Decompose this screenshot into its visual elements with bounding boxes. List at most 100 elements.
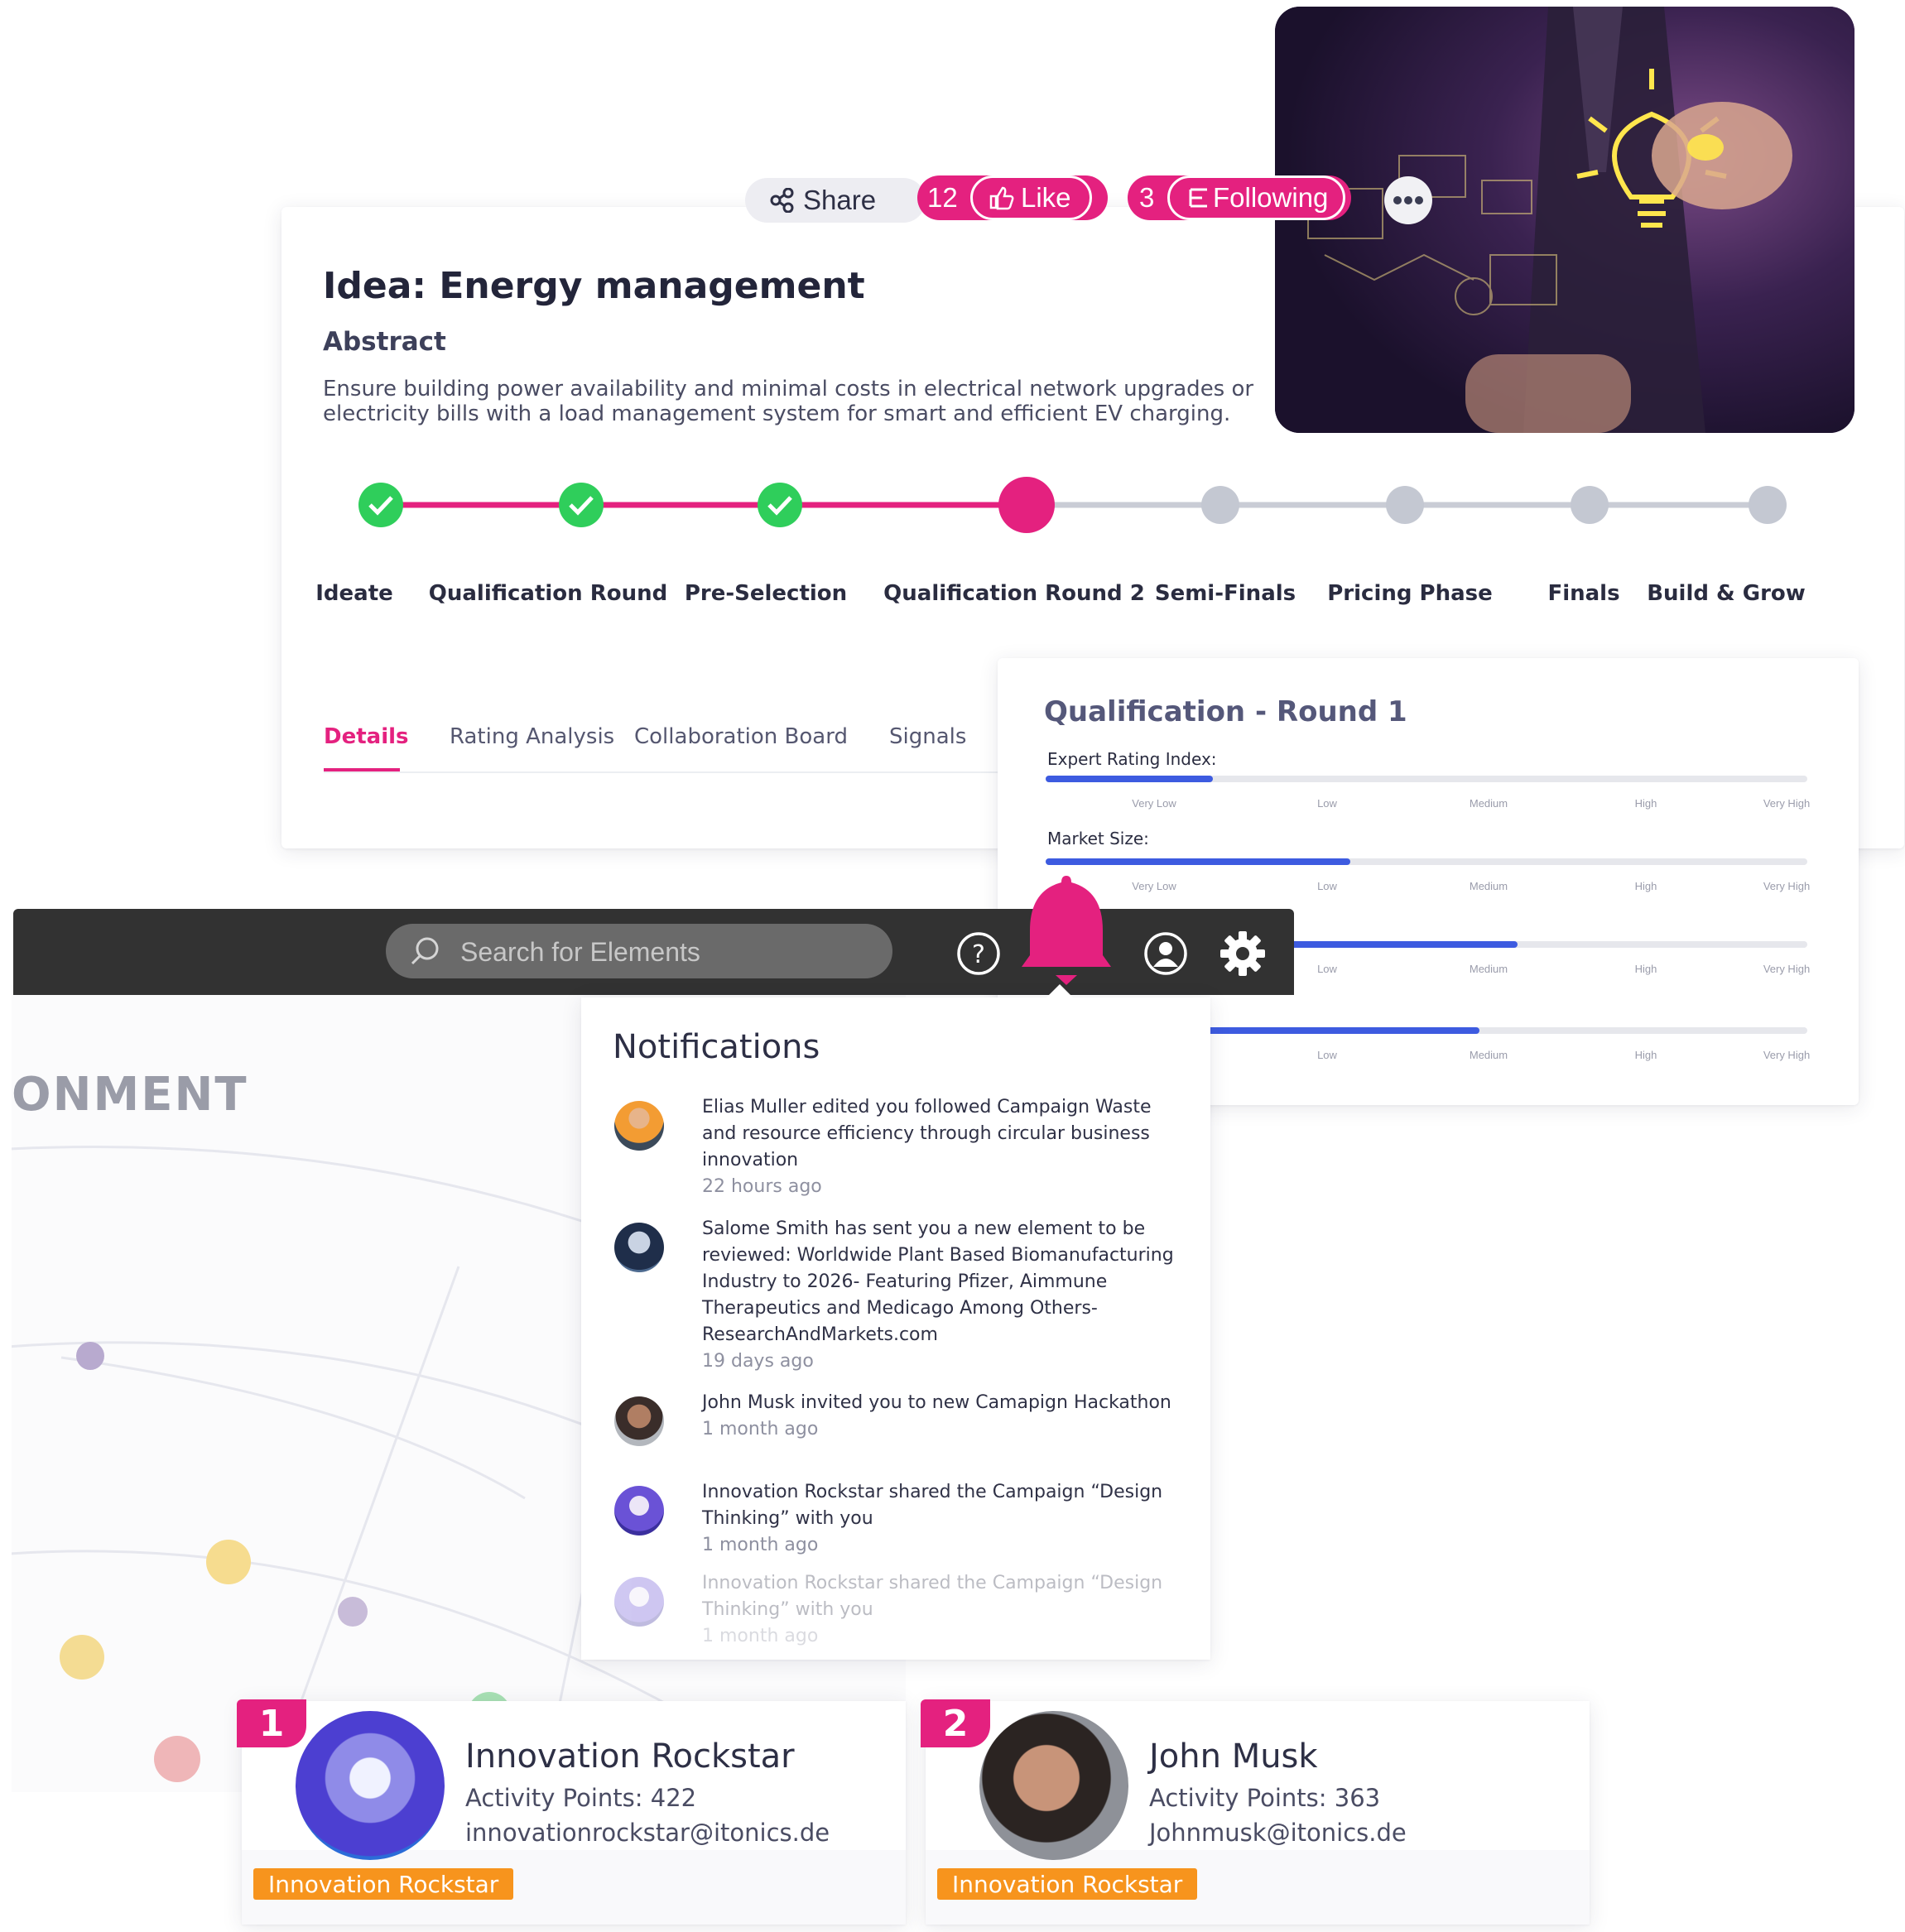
activity-points: Activity Points: 363 bbox=[1149, 1784, 1381, 1812]
more-options-button[interactable] bbox=[1384, 176, 1432, 224]
svg-text:?: ? bbox=[972, 940, 985, 969]
scale-medium: Medium bbox=[1469, 797, 1508, 810]
tab-divider bbox=[324, 771, 1003, 773]
phase-node-qualification-round-2[interactable] bbox=[998, 477, 1055, 533]
network-node bbox=[338, 1597, 368, 1627]
notification-time: 1 month ago bbox=[702, 1419, 819, 1439]
tab-details[interactable]: Details bbox=[324, 724, 409, 749]
lightbulb-illustration bbox=[1275, 7, 1854, 433]
user-email[interactable]: Johnmusk@itonics.de bbox=[1149, 1819, 1407, 1847]
scale-medium: Medium bbox=[1469, 1049, 1508, 1061]
phase-node-pricing-phase[interactable] bbox=[1386, 486, 1424, 524]
tab-collaboration-board[interactable]: Collaboration Board bbox=[634, 724, 848, 749]
network-node bbox=[76, 1342, 104, 1370]
rating-bar-fill bbox=[1046, 776, 1214, 782]
notification-time: 19 days ago bbox=[702, 1351, 814, 1372]
network-node bbox=[60, 1635, 104, 1680]
metric-label: Expert Rating Index: bbox=[1047, 749, 1217, 769]
search-icon bbox=[411, 937, 439, 965]
scale-high: High bbox=[1634, 1049, 1657, 1061]
phase-label-pre-selection[interactable]: Pre-Selection bbox=[685, 581, 847, 606]
notification-text: John Musk invited you to new Camapign Ha… bbox=[702, 1392, 1171, 1413]
abstract-text: Ensure building power availability and m… bbox=[323, 377, 1254, 426]
avatar bbox=[614, 1486, 664, 1536]
notification-text: Innovation Rockstar shared the Campaign … bbox=[702, 1482, 1163, 1529]
phase-label-finals[interactable]: Finals bbox=[1547, 581, 1619, 606]
idea-title: Idea: Energy management bbox=[323, 265, 865, 307]
share-label: Share bbox=[803, 185, 877, 215]
avatar bbox=[979, 1711, 1128, 1860]
avatar bbox=[614, 1101, 664, 1151]
scale-very-high: Very High bbox=[1763, 963, 1811, 975]
phase-node-build-grow[interactable] bbox=[1749, 486, 1787, 524]
notification-time: 22 hours ago bbox=[702, 1176, 822, 1197]
phase-label-build-grow[interactable]: Build & Grow bbox=[1647, 581, 1806, 606]
scale-very-high: Very High bbox=[1763, 1049, 1811, 1061]
user-name: Innovation Rockstar bbox=[465, 1737, 795, 1776]
notification-time: 1 month ago bbox=[702, 1626, 819, 1646]
qualification-title: Qualification - Round 1 bbox=[1044, 695, 1407, 728]
scale-very-low: Very Low bbox=[1132, 797, 1176, 810]
notification-text: Innovation Rockstar shared the Campaign … bbox=[702, 1573, 1163, 1620]
idea-hero-image bbox=[1275, 7, 1854, 433]
scale-medium: Medium bbox=[1469, 963, 1508, 975]
gear-icon[interactable] bbox=[1218, 929, 1268, 978]
leaderboard-card[interactable]: 2 John Musk Activity Points: 363 Johnmus… bbox=[921, 1699, 1590, 1925]
user-circle-icon[interactable] bbox=[1143, 930, 1189, 977]
notification-text: Salome Smith has sent you a new element … bbox=[702, 1218, 1174, 1345]
following-icon bbox=[1189, 188, 1207, 208]
notification-time: 1 month ago bbox=[702, 1535, 819, 1555]
phase-node-qualification-round[interactable] bbox=[559, 483, 604, 527]
rank-badge: 2 bbox=[921, 1699, 990, 1747]
notification-text: Elias Muller edited you followed Campaig… bbox=[702, 1097, 1152, 1170]
notifications-title: Notifications bbox=[613, 1028, 820, 1066]
rating-track bbox=[1046, 776, 1807, 782]
bell-icon[interactable] bbox=[1021, 869, 1112, 989]
leaderboard-card[interactable]: 1 Innovation Rockstar Activity Points: 4… bbox=[237, 1699, 906, 1925]
activity-points: Activity Points: 422 bbox=[465, 1784, 697, 1812]
phase-node-finals[interactable] bbox=[1571, 486, 1609, 524]
avatar bbox=[614, 1396, 664, 1446]
search-box[interactable] bbox=[386, 924, 892, 980]
scale-low: Low bbox=[1317, 880, 1337, 892]
notifications-panel: Notifications Elias Muller edited you fo… bbox=[581, 984, 1210, 1660]
phase-label-qualification-round[interactable]: Qualification Round bbox=[429, 581, 668, 606]
phase-label-pricing-phase[interactable]: Pricing Phase bbox=[1327, 581, 1493, 606]
following-count: 3 bbox=[1139, 182, 1155, 213]
following-label: Following bbox=[1213, 182, 1329, 213]
user-email[interactable]: innovationrockstar@itonics.de bbox=[465, 1819, 830, 1847]
thumbs-up-icon bbox=[989, 186, 1014, 210]
help-circle-icon[interactable]: ? bbox=[955, 930, 1002, 977]
avatar bbox=[614, 1223, 664, 1272]
scale-high: High bbox=[1634, 963, 1657, 975]
scale-very-high: Very High bbox=[1763, 880, 1811, 892]
following-button[interactable]: 3 Following bbox=[1128, 175, 1351, 220]
scale-labels: Very Low Low Medium High Very High bbox=[1046, 797, 1824, 814]
scale-medium: Medium bbox=[1469, 880, 1508, 892]
scale-low: Low bbox=[1317, 963, 1337, 975]
scale-labels: Very Low Low Medium High Very High bbox=[1046, 880, 1824, 896]
avatar bbox=[296, 1711, 445, 1860]
network-node bbox=[154, 1736, 200, 1782]
user-name: John Musk bbox=[1149, 1737, 1318, 1776]
abstract-heading: Abstract bbox=[323, 327, 446, 357]
scale-high: High bbox=[1634, 880, 1657, 892]
phase-node-pre-selection[interactable] bbox=[758, 483, 802, 527]
search-input[interactable] bbox=[459, 924, 876, 980]
tab-rating-analysis[interactable]: Rating Analysis bbox=[450, 724, 614, 749]
scale-low: Low bbox=[1317, 1049, 1337, 1061]
phase-label-ideate[interactable]: Ideate bbox=[315, 581, 393, 606]
scale-very-high: Very High bbox=[1763, 797, 1811, 810]
phase-label-qualification-round-2[interactable]: Qualification Round 2 bbox=[883, 581, 1145, 606]
rating-bar-fill bbox=[1046, 858, 1350, 865]
share-button[interactable]: Share bbox=[745, 178, 926, 223]
metric-label: Market Size: bbox=[1047, 829, 1149, 848]
phase-node-semi-finals[interactable] bbox=[1201, 486, 1239, 524]
tab-signals[interactable]: Signals bbox=[889, 724, 966, 749]
phase-node-ideate[interactable] bbox=[358, 483, 403, 527]
like-button[interactable]: 12 Like bbox=[917, 175, 1108, 220]
rating-track bbox=[1046, 858, 1807, 865]
phase-label-semi-finals[interactable]: Semi-Finals bbox=[1155, 581, 1296, 606]
phase-timeline bbox=[358, 477, 1787, 533]
more-horizontal-icon bbox=[1393, 196, 1423, 204]
